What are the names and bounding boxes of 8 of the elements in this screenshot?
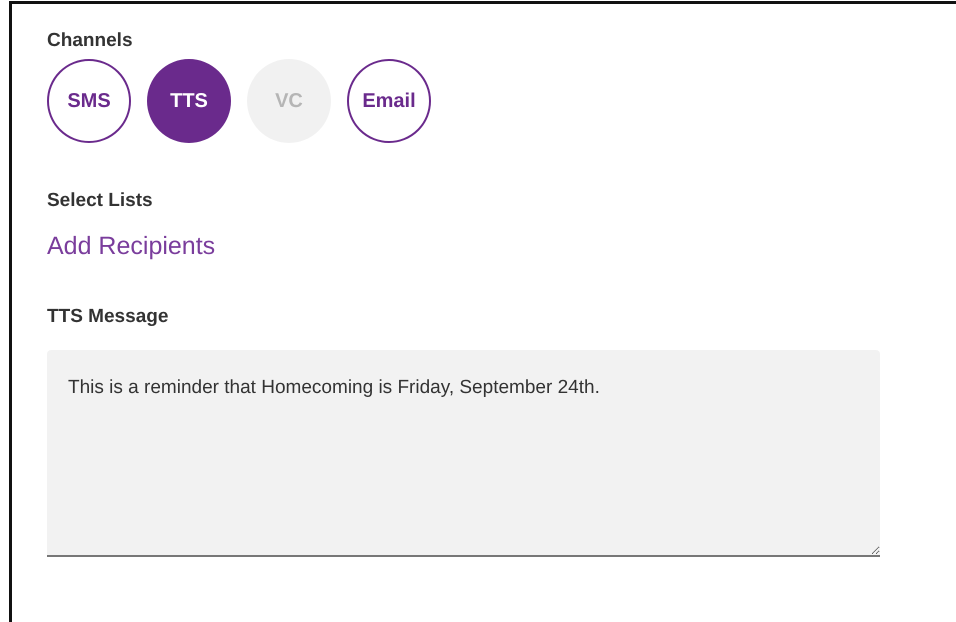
channel-toggle[interactable]: TTS xyxy=(147,59,231,143)
message-field[interactable]: This is a reminder that Homecoming is Friday, September 24th. xyxy=(47,350,880,557)
section-label: TTS Message xyxy=(47,305,170,329)
channel-toggle[interactable]: SMS xyxy=(47,59,131,143)
section-label: Select Lists xyxy=(47,189,154,213)
add-recipients-link[interactable]: Add Recipients xyxy=(47,230,216,262)
section-label: Channels xyxy=(47,29,134,53)
channel-toggle[interactable]: Email xyxy=(347,59,431,143)
